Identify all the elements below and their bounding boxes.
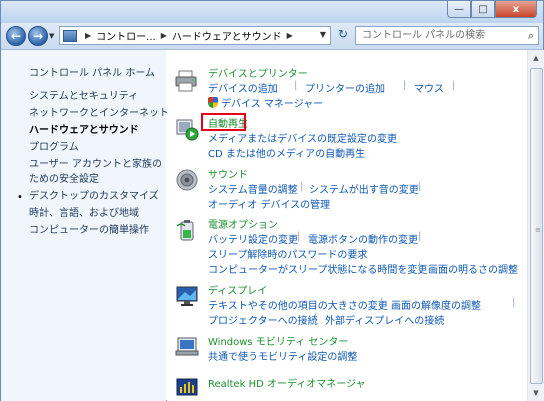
search-input[interactable]: コントロール パネルの検索 ⌕ bbox=[355, 26, 539, 45]
link-require-password-on-wake[interactable]: スリープ解除時のパスワードの要求 bbox=[208, 246, 367, 261]
address-bar[interactable]: ▶ コントロー... ▶ ハードウェアとサウンド ▶ ▼ bbox=[59, 26, 331, 45]
link-change-default-settings[interactable]: メディアまたはデバイスの既定設定の変更 bbox=[208, 130, 397, 145]
chevron-right-icon[interactable]: ▶ bbox=[161, 31, 167, 40]
sidebar-item-system-security[interactable]: システムとセキュリティ bbox=[29, 87, 138, 102]
search-icon[interactable]: ⌕ bbox=[528, 27, 534, 44]
scroll-up-icon[interactable]: ▲ bbox=[528, 50, 544, 66]
close-button[interactable]: x bbox=[495, 1, 537, 18]
sidebar-item-ease-of-access[interactable]: コンピューターの簡単操作 bbox=[29, 221, 149, 236]
link-change-sleep-time[interactable]: コンピューターがスリープ状態になる時間を変更 bbox=[208, 261, 427, 276]
link-adjust-mobility-settings[interactable]: 共通で使うモビリティ設定の調整 bbox=[208, 348, 357, 363]
link-change-battery-settings[interactable]: バッテリ設定の変更 bbox=[208, 231, 298, 246]
category-title-mobility-center[interactable]: Windows モビリティ センター bbox=[208, 333, 348, 348]
scroll-down-icon[interactable]: ▼ bbox=[528, 385, 544, 401]
category-title-realtek-audio[interactable]: Realtek HD オーディオマネージャ bbox=[208, 375, 366, 390]
breadcrumb-control-panel[interactable]: コントロー... bbox=[96, 28, 156, 43]
link-separator: | bbox=[300, 181, 304, 192]
printer-icon bbox=[175, 70, 197, 92]
battery-icon bbox=[176, 220, 194, 241]
navigation-bar: ← → ▼ ▶ コントロー... ▶ ハードウェアとサウンド ▶ ▼ ↻ コント… bbox=[1, 23, 543, 50]
chevron-right-icon[interactable]: ▶ bbox=[287, 31, 293, 40]
sidebar-item-desktop[interactable]: デスクトップのカスタマイズ bbox=[29, 187, 159, 202]
refresh-button[interactable]: ↻ bbox=[333, 27, 353, 44]
link-separator: | bbox=[418, 181, 422, 192]
link-connect-projector[interactable]: プロジェクターへの接続 bbox=[208, 312, 318, 327]
link-manage-audio-devices[interactable]: オーディオ デバイスの管理 bbox=[208, 196, 330, 211]
link-change-text-size[interactable]: テキストやその他の項目の大きさの変更 bbox=[208, 297, 388, 312]
link-separator: | bbox=[403, 80, 407, 91]
breadcrumb-hardware-sound[interactable]: ハードウェアとサウンド bbox=[172, 28, 282, 43]
chevron-right-icon[interactable]: ▶ bbox=[85, 31, 91, 40]
sidebar-item-clock-language[interactable]: 時計、言語、および地域 bbox=[29, 204, 139, 219]
autoplay-highlight-box bbox=[201, 113, 246, 131]
link-mouse[interactable]: マウス bbox=[414, 80, 444, 95]
link-separator: | bbox=[380, 297, 384, 308]
recent-pages-dropdown-icon[interactable]: ▼ bbox=[49, 32, 54, 40]
category-title-display[interactable]: ディスプレイ bbox=[208, 282, 267, 297]
control-panel-window: — □ x ← → ▼ ▶ コントロー... ▶ ハードウェアとサウンド ▶ ▼… bbox=[0, 0, 544, 401]
category-title-devices-printers[interactable]: デバイスとプリンター bbox=[208, 65, 308, 80]
scroll-grip-icon: ≡ bbox=[535, 226, 541, 234]
link-adjust-resolution[interactable]: 画面の解像度の調整 bbox=[391, 297, 481, 312]
link-change-system-sounds[interactable]: システムが出す音の変更 bbox=[309, 181, 419, 196]
link-adjust-brightness[interactable]: 画面の明るさの調整 bbox=[428, 261, 518, 276]
minimize-button[interactable]: — bbox=[447, 1, 471, 18]
maximize-button[interactable]: □ bbox=[471, 1, 495, 18]
speaker-icon bbox=[176, 169, 198, 191]
sidebar-item-programs[interactable]: プログラム bbox=[29, 138, 79, 153]
link-autoplay-cd[interactable]: CD または他のメディアの自動再生 bbox=[208, 145, 365, 160]
sidebar-item-network[interactable]: ネットワークとインターネット bbox=[29, 104, 169, 119]
scrollbar-thumb[interactable]: ≡ bbox=[530, 68, 543, 384]
address-dropdown-icon[interactable]: ▼ bbox=[320, 30, 326, 39]
monitor-icon bbox=[176, 286, 198, 306]
sidebar-item-hardware-sound: ハードウェアとサウンド bbox=[29, 125, 139, 136]
window-controls: — □ x bbox=[447, 1, 537, 18]
link-add-device[interactable]: デバイスの追加 bbox=[208, 80, 278, 95]
link-separator: | bbox=[512, 297, 516, 308]
link-separator: | bbox=[418, 261, 422, 272]
sidebar: コントロール パネル ホーム システムとセキュリティ ネットワークとインターネッ… bbox=[1, 50, 169, 401]
current-item-bullet: • bbox=[17, 192, 23, 203]
category-title-sound[interactable]: サウンド bbox=[208, 166, 248, 181]
link-separator: | bbox=[294, 80, 298, 91]
link-separator: | bbox=[418, 231, 422, 242]
link-separator: | bbox=[297, 231, 301, 242]
title-bar: — □ x bbox=[1, 1, 543, 23]
link-separator: | bbox=[314, 312, 318, 323]
link-add-printer[interactable]: プリンターの追加 bbox=[305, 80, 385, 95]
sidebar-item-user-accounts-line2[interactable]: ための安全設定 bbox=[29, 170, 99, 185]
link-device-manager[interactable]: デバイス マネージャー bbox=[208, 95, 323, 110]
control-panel-icon bbox=[63, 29, 77, 42]
vertical-scrollbar[interactable]: ▲ ≡ ▼ bbox=[527, 50, 544, 401]
link-adjust-volume[interactable]: システム音量の調整 bbox=[208, 181, 298, 196]
link-separator: | bbox=[452, 80, 456, 91]
autoplay-icon bbox=[176, 119, 199, 141]
forward-button[interactable]: → bbox=[28, 26, 48, 46]
category-title-power-options[interactable]: 電源オプション bbox=[208, 216, 278, 231]
link-connect-external-display[interactable]: 外部ディスプレイへの接続 bbox=[325, 312, 444, 327]
back-button[interactable]: ← bbox=[6, 26, 26, 46]
sidebar-item-user-accounts[interactable]: ユーザー アカウントと家族の bbox=[29, 155, 162, 170]
sidebar-item-home[interactable]: コントロール パネル ホーム bbox=[29, 64, 155, 79]
uac-shield-icon bbox=[208, 97, 218, 108]
link-power-button-behavior[interactable]: 電源ボタンの動作の変更 bbox=[308, 231, 418, 246]
realtek-audio-icon bbox=[176, 378, 198, 396]
mobility-center-icon bbox=[175, 337, 199, 356]
search-placeholder: コントロール パネルの検索 bbox=[362, 30, 486, 41]
main-content: デバイスとプリンター デバイスの追加 | プリンターの追加 | マウス | デバ… bbox=[167, 50, 527, 401]
